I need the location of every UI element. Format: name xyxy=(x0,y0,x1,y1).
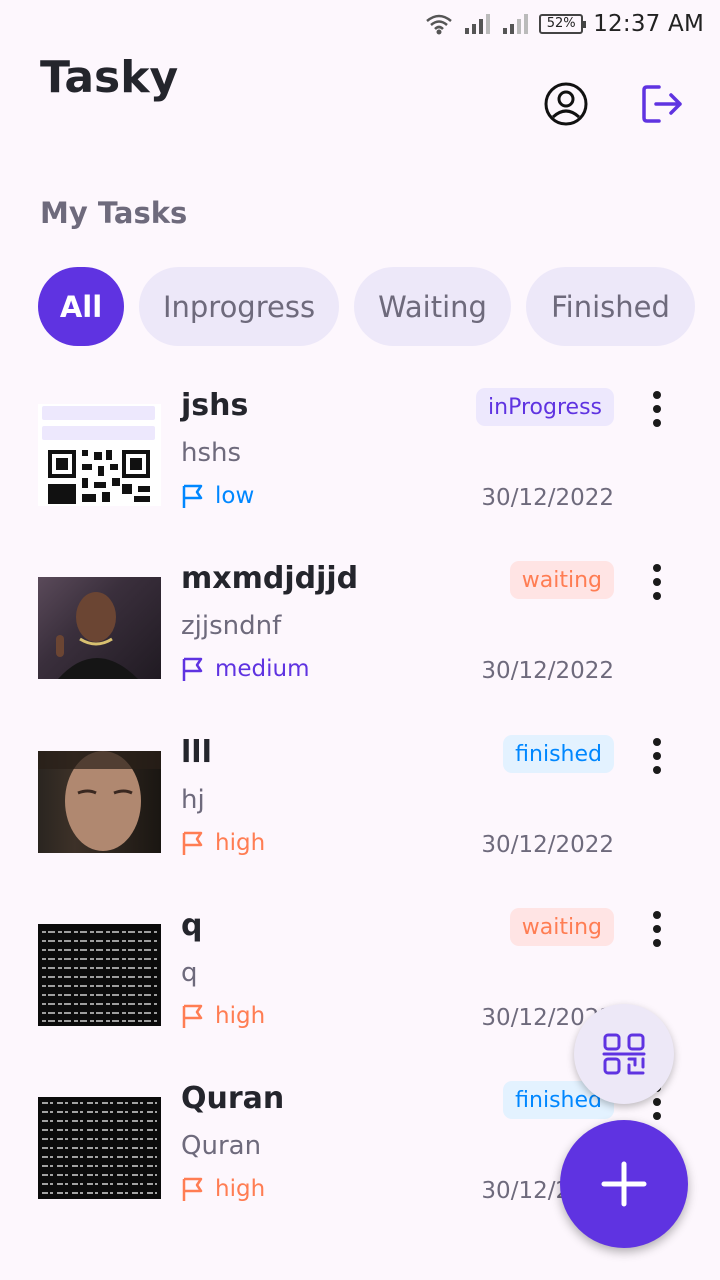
task-thumbnail xyxy=(38,924,161,1026)
task-title: q xyxy=(181,908,203,943)
section-title: My Tasks xyxy=(40,196,188,230)
status-badge: finished xyxy=(503,735,614,773)
task-date: 30/12/2022 xyxy=(481,832,614,858)
app-title: Tasky xyxy=(40,52,179,103)
qr-scan-button[interactable] xyxy=(574,1004,674,1104)
flag-icon xyxy=(182,1004,203,1028)
filter-chip-all[interactable]: All xyxy=(38,267,124,346)
task-title: jshs xyxy=(181,388,249,423)
logout-button[interactable] xyxy=(638,80,686,128)
status-badge: waiting xyxy=(509,908,614,946)
signal-icon xyxy=(465,14,491,34)
task-thumbnail xyxy=(38,1097,161,1199)
task-description: zjjsndnf xyxy=(181,611,282,641)
more-options-icon[interactable] xyxy=(640,908,674,950)
task-priority: low xyxy=(181,483,254,509)
filter-chip-waiting[interactable]: Waiting xyxy=(354,267,511,346)
task-priority: high xyxy=(181,1176,265,1202)
task-title: Quran xyxy=(181,1081,285,1116)
task-description: q xyxy=(181,958,198,988)
priority-label: high xyxy=(215,1176,266,1202)
task-date: 30/12/2022 xyxy=(481,485,614,511)
more-options-icon[interactable] xyxy=(640,388,674,430)
task-title: lll xyxy=(181,735,212,770)
clock: 12:37 AM xyxy=(593,11,704,37)
person-circle-icon xyxy=(544,82,588,126)
task-title: mxmdjdjjd xyxy=(181,561,359,596)
task-description: Quran xyxy=(181,1131,262,1161)
wifi-icon xyxy=(426,14,453,35)
add-task-button[interactable] xyxy=(560,1120,688,1248)
flag-icon xyxy=(182,484,203,508)
flag-icon xyxy=(182,657,203,681)
task-description: hj xyxy=(181,785,205,815)
logout-icon xyxy=(642,85,682,123)
task-thumbnail xyxy=(38,751,161,853)
task-description: hshs xyxy=(181,438,242,468)
task-thumbnail xyxy=(38,404,161,506)
task-item[interactable]: lll hj high 30/12/2022 finished xyxy=(0,735,720,885)
priority-label: medium xyxy=(215,656,310,682)
task-date: 30/12/2022 xyxy=(481,658,614,684)
profile-button[interactable] xyxy=(542,80,590,128)
task-item[interactable]: mxmdjdjjd zjjsndnf medium 30/12/2022 wai… xyxy=(0,561,720,711)
task-priority: high xyxy=(181,830,265,856)
more-options-icon[interactable] xyxy=(640,735,674,777)
priority-label: high xyxy=(215,830,266,856)
filter-chip-inprogress[interactable]: Inprogress xyxy=(139,267,339,346)
plus-icon xyxy=(601,1161,647,1207)
priority-label: high xyxy=(215,1003,266,1029)
status-badge: waiting xyxy=(509,561,614,599)
filter-chip-finished[interactable]: Finished xyxy=(526,267,695,346)
priority-label: low xyxy=(215,483,255,509)
signal-icon-2 xyxy=(503,14,529,34)
status-badge: inProgress xyxy=(476,388,614,426)
task-priority: medium xyxy=(181,656,310,682)
battery-indicator: 52% xyxy=(539,14,587,34)
qr-scan-icon xyxy=(602,1033,646,1075)
status-bar: 52% 12:37 AM xyxy=(0,0,720,48)
more-options-icon[interactable] xyxy=(640,561,674,603)
task-thumbnail xyxy=(38,577,161,679)
task-priority: high xyxy=(181,1003,265,1029)
flag-icon xyxy=(182,1177,203,1201)
flag-icon xyxy=(182,831,203,855)
task-item[interactable]: jshs hshs low 30/12/2022 inProgress xyxy=(0,388,720,538)
